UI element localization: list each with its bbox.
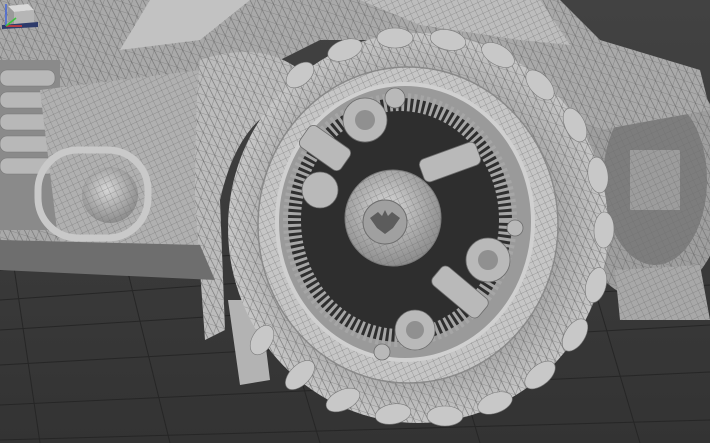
axis-tripod-icon xyxy=(5,4,22,27)
scene-render xyxy=(0,0,710,443)
3d-viewport[interactable] xyxy=(0,0,710,443)
